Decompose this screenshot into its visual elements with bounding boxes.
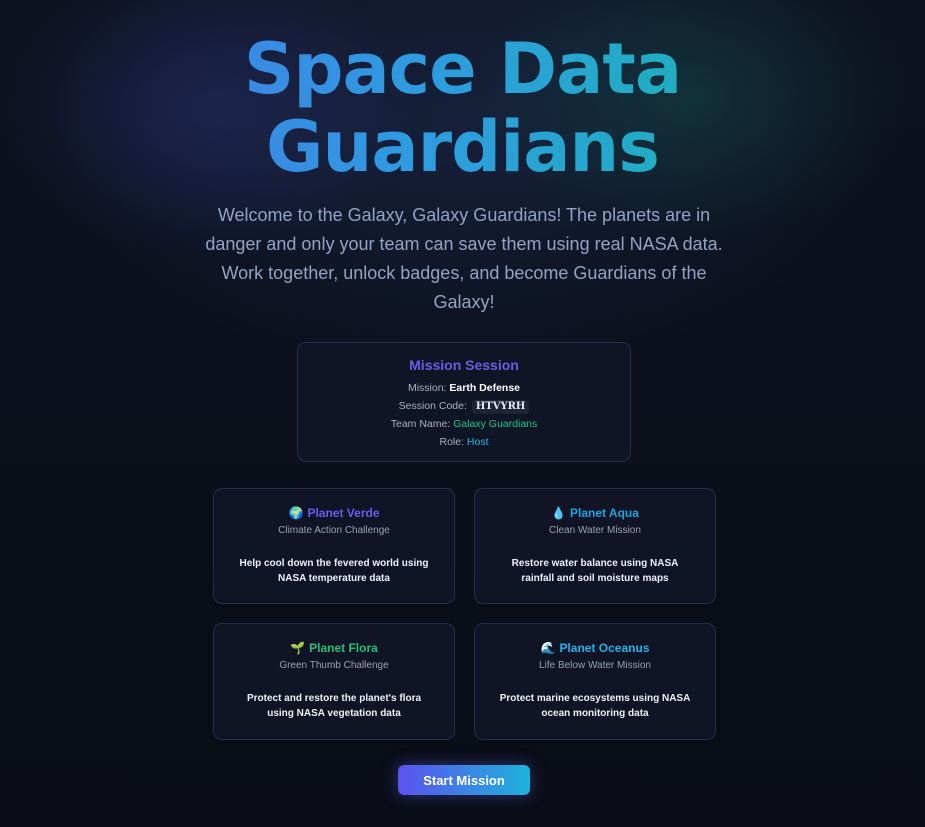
session-heading: Mission Session bbox=[409, 357, 519, 373]
planet-subtitle: Clean Water Mission bbox=[549, 525, 641, 536]
role-label: Role: bbox=[439, 436, 464, 448]
planet-card-aqua[interactable]: 💧 Planet Aqua Clean Water Mission Restore… bbox=[474, 488, 716, 604]
planet-description: Restore water balance using NASA rainfal… bbox=[511, 558, 679, 584]
seedling-icon: 🌱 bbox=[290, 641, 306, 655]
planet-subtitle: Life Below Water Mission bbox=[539, 660, 651, 671]
planet-description: Help cool down the fevered world using N… bbox=[239, 558, 429, 584]
mission-label: Mission: bbox=[407, 382, 447, 394]
planet-card-oceanus[interactable]: 🌊 Planet Oceanus Life Below Water Mission… bbox=[474, 623, 716, 740]
planet-card-verde[interactable]: 🌍 Planet Verde Climate Action Challenge H… bbox=[213, 488, 455, 604]
droplet-icon: 💧 bbox=[551, 506, 567, 520]
planet-name: Planet Verde bbox=[307, 506, 380, 520]
wave-icon: 🌊 bbox=[540, 641, 556, 655]
title-line-2: Guardians bbox=[266, 106, 659, 188]
mission-session-panel: Mission Session Mission: Earth Defense S… bbox=[297, 342, 631, 462]
planet-description: Protect and restore the planet's flora u… bbox=[246, 693, 422, 719]
team-name-value: Galaxy Guardians bbox=[453, 418, 538, 430]
planet-name: Planet Aqua bbox=[570, 506, 639, 520]
planet-card-heading: 💧 Planet Aqua bbox=[475, 506, 715, 520]
mission-value: Earth Defense bbox=[449, 382, 521, 394]
intro-text: Welcome to the Galaxy, Galaxy Guardians!… bbox=[205, 205, 723, 312]
planet-subtitle: Green Thumb Challenge bbox=[279, 660, 389, 671]
globe-icon: 🌍 bbox=[288, 506, 304, 520]
planet-description: Protect marine ecosystems using NASA oce… bbox=[499, 693, 691, 719]
session-code-row: Session Code: HTVYRH bbox=[298, 397, 630, 415]
planet-name: Planet Flora bbox=[309, 641, 378, 655]
role-value: Host bbox=[466, 436, 489, 448]
title-line-1: Space Data bbox=[243, 28, 682, 110]
team-name-label: Team Name: bbox=[390, 418, 451, 430]
session-mission-row: Mission: Earth Defense bbox=[298, 379, 630, 397]
session-role-row: Role: Host bbox=[298, 433, 630, 451]
planet-card-heading: 🌍 Planet Verde bbox=[214, 506, 454, 520]
page: Space Data Guardians Welcome to the Gala… bbox=[0, 0, 925, 827]
planet-card-heading: 🌊 Planet Oceanus bbox=[475, 641, 715, 655]
session-team-row: Team Name: Galaxy Guardians bbox=[298, 415, 630, 433]
planet-name: Planet Oceanus bbox=[559, 641, 650, 655]
session-code-label: Session Code: bbox=[398, 400, 467, 412]
planet-subtitle: Climate Action Challenge bbox=[278, 525, 390, 536]
planet-card-flora[interactable]: 🌱 Planet Flora Green Thumb Challenge Prot… bbox=[213, 623, 455, 740]
session-code-value: HTVYRH bbox=[471, 400, 530, 414]
start-mission-button[interactable]: Start Mission bbox=[398, 765, 530, 795]
planet-card-heading: 🌱 Planet Flora bbox=[214, 641, 454, 655]
page-title: Space Data Guardians bbox=[0, 30, 925, 186]
